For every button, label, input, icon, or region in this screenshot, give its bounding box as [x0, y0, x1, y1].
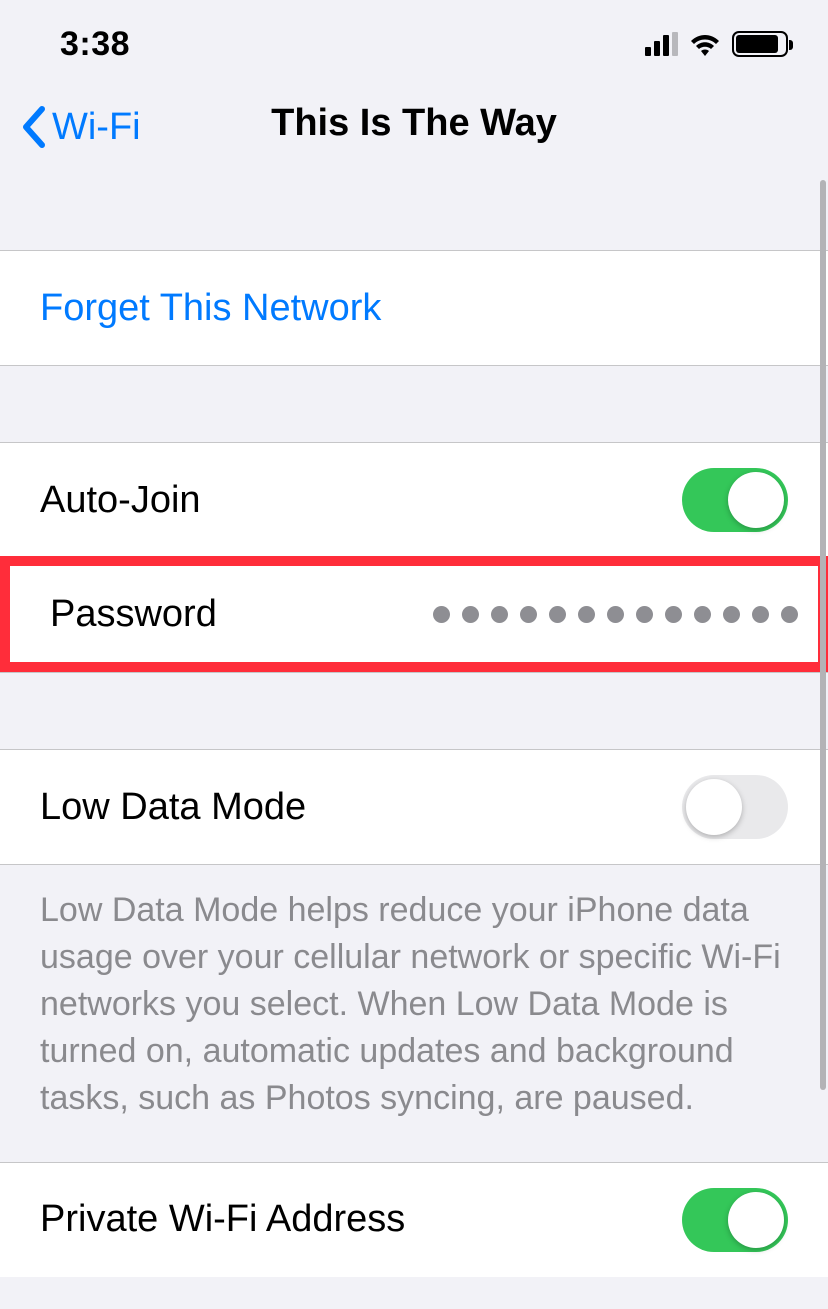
low-data-mode-footer: Low Data Mode helps reduce your iPhone d… [0, 865, 828, 1162]
auto-join-label: Auto-Join [40, 479, 201, 522]
password-row[interactable]: Password [10, 566, 818, 662]
chevron-left-icon [20, 105, 48, 149]
password-label: Password [50, 593, 217, 636]
wifi-icon [688, 32, 722, 56]
back-button[interactable]: Wi-Fi [20, 105, 141, 149]
password-row-highlight: Password [0, 556, 828, 672]
scrollbar[interactable] [820, 180, 826, 1090]
nav-bar: Wi-Fi This Is The Way [0, 88, 828, 178]
status-icons [645, 31, 788, 57]
status-bar: 3:38 [0, 0, 828, 88]
auto-join-row: Auto-Join [0, 443, 828, 557]
auto-join-toggle[interactable] [682, 468, 788, 532]
private-wifi-toggle[interactable] [682, 1188, 788, 1252]
forget-network-label: Forget This Network [40, 287, 381, 330]
battery-icon [732, 31, 788, 57]
forget-network-button[interactable]: Forget This Network [0, 251, 828, 365]
back-label: Wi-Fi [52, 106, 141, 149]
cellular-icon [645, 32, 678, 56]
password-value-masked [433, 606, 798, 623]
low-data-mode-toggle[interactable] [682, 775, 788, 839]
low-data-mode-row: Low Data Mode [0, 750, 828, 864]
private-wifi-row: Private Wi-Fi Address [0, 1163, 828, 1277]
private-wifi-label: Private Wi-Fi Address [40, 1198, 405, 1241]
status-time: 3:38 [60, 25, 130, 64]
content: Forget This Network Auto-Join Password L… [0, 178, 828, 1277]
low-data-mode-label: Low Data Mode [40, 786, 306, 829]
page-title: This Is The Way [271, 102, 557, 145]
